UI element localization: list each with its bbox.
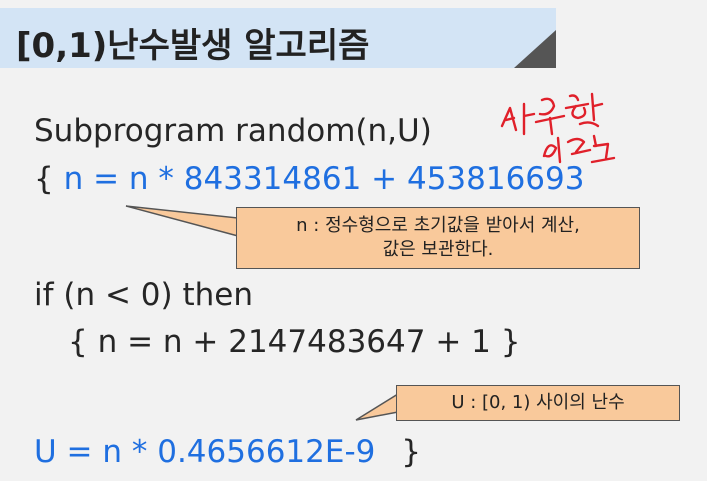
open-brace: { [34, 161, 54, 197]
title-corner-fold-icon [514, 30, 556, 68]
close-brace: } [401, 434, 421, 470]
n-callout: n : 정수형으로 초기값을 받아서 계산, 값은 보관한다. [236, 207, 640, 269]
overflow-fix-line: { n = n + 2147483647 + 1 } [68, 324, 521, 360]
if-line: if (n < 0) then [34, 277, 253, 313]
n-callout-line2: 값은 보관한다. [382, 239, 494, 260]
slide-title: [0,1)난수발생 알고리즘 [16, 26, 370, 66]
handwritten-annotation [500, 92, 616, 164]
u-callout: U : [0, 1) 사이의 난수 [396, 385, 680, 421]
u-formula: U = n * 0.4656612E-9 [34, 434, 376, 470]
u-line: U = n * 0.4656612E-9 } [34, 433, 421, 471]
subprogram-line: Subprogram random(n,U) [34, 113, 432, 149]
title-bar: [0,1)난수발생 알고리즘 [0, 8, 556, 68]
n-callout-line1: n : 정수형으로 초기값을 받아서 계산, [296, 215, 580, 236]
